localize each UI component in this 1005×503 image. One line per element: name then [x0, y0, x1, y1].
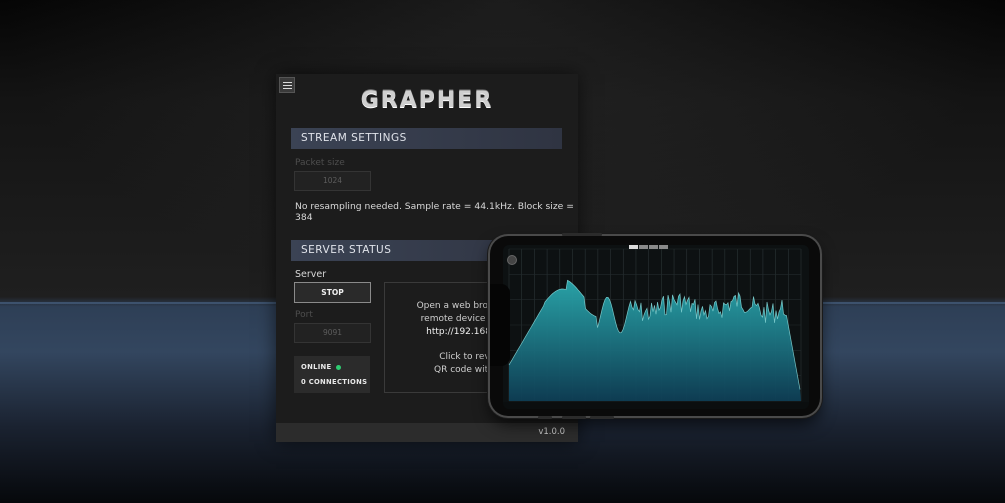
packet-size-field[interactable]: 1024 — [294, 171, 371, 191]
phone-volume-button — [562, 233, 602, 236]
packet-size-label: Packet size — [295, 158, 345, 168]
port-field[interactable]: 9091 — [294, 323, 371, 343]
axis-strip — [503, 402, 809, 409]
phone-screen — [503, 245, 809, 409]
app-logo: GRAPHER — [360, 88, 494, 113]
phone-side-button — [562, 416, 586, 419]
version-label: v1.0.0 — [538, 427, 565, 437]
phone-tab[interactable] — [639, 245, 648, 249]
stream-settings-header: STREAM SETTINGS — [291, 128, 562, 149]
port-label: Port — [295, 310, 313, 320]
spectrum-area — [509, 280, 801, 401]
phone-side-button — [538, 416, 552, 419]
stop-server-button[interactable]: STOP — [294, 282, 371, 303]
spectrum-analyzer-graph — [503, 248, 809, 409]
phone-device — [490, 233, 820, 419]
server-status-box: ONLINE 0 CONNECTIONS — [294, 356, 370, 393]
phone-side-button — [590, 416, 614, 419]
phone-tab[interactable] — [659, 245, 668, 249]
server-label: Server — [295, 269, 327, 280]
status-online-indicator-icon — [336, 364, 342, 370]
status-online-text: ONLINE — [301, 363, 332, 371]
connections-count: 0 CONNECTIONS — [301, 378, 368, 386]
phone-tab-bar — [629, 245, 668, 249]
phone-tab[interactable] — [649, 245, 658, 249]
phone-tab[interactable] — [629, 245, 638, 249]
phone-notch — [490, 284, 510, 366]
footer-bar: v1.0.0 — [276, 423, 578, 442]
resampling-info: No resampling needed. Sample rate = 44.1… — [295, 201, 574, 223]
phone-settings-icon[interactable] — [507, 255, 517, 265]
